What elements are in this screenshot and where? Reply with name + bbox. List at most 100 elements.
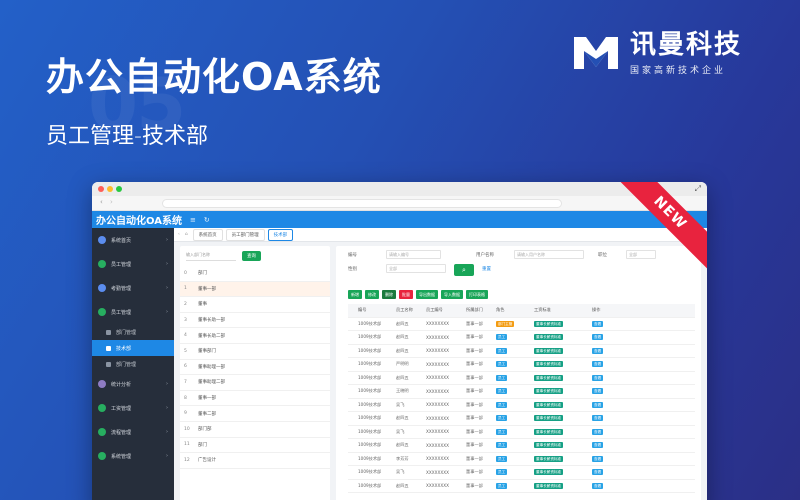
tab-dept[interactable]: 员工部门管理: [225, 228, 265, 241]
sidebar-item-10[interactable]: 系统管理 ›: [92, 444, 174, 468]
gear-icon: [98, 452, 106, 460]
table-row[interactable]: 1009技术部 赵四五 XXXXXXXX 董事一部 员工 董事长薪资标准 查看: [348, 412, 695, 426]
toolbar-button-2[interactable]: 删除: [382, 290, 396, 299]
filter-gender-select[interactable]: 全部: [386, 264, 446, 273]
filter-position-select[interactable]: 全部: [626, 250, 656, 259]
table-row[interactable]: 1009技术部 吴飞 XXXXXXXX 董事一部 员工 董事长薪资标准 查看: [348, 426, 695, 439]
sidebar-item-9[interactable]: 流程管理 ›: [92, 420, 174, 444]
sidebar-item-label: 员工管理: [111, 309, 132, 316]
sidebar-item-4[interactable]: 部门管理: [92, 324, 174, 340]
view-button[interactable]: 查看: [592, 320, 604, 327]
sidebar-item-label: 系统首页: [111, 237, 132, 244]
table-row[interactable]: 1009技术部 赵四五 XXXXXXXX 董事一部 员工 董事长薪资标准 查看: [348, 331, 695, 345]
tab-prev-icon[interactable]: ‹: [178, 232, 180, 237]
tree-row-num: 6: [184, 364, 187, 370]
table-cell-wrap[interactable]: 查看: [592, 469, 622, 476]
table-row[interactable]: 1009技术部 李芳芳 XXXXXXXX 董事一部 员工 董事长薪资标准 查看: [348, 453, 695, 466]
minimize-dot-icon[interactable]: [107, 186, 113, 192]
sidebar-item-1[interactable]: 员工管理 ›: [92, 252, 174, 276]
toolbar-button-3[interactable]: 批量: [399, 290, 413, 299]
dept-search-input[interactable]: 输入部门名称: [186, 252, 236, 261]
table-cell-wrap[interactable]: 查看: [592, 415, 622, 422]
table-row[interactable]: 1009技术部 吴飞 XXXXXXXX 董事一部 员工 董事长薪资标准 查看: [348, 466, 695, 480]
tree-row[interactable]: 2 董事: [180, 297, 330, 313]
view-button[interactable]: 查看: [592, 415, 604, 422]
table-cell-wrap[interactable]: 查看: [592, 374, 622, 381]
toolbar-button-6[interactable]: 打印表格: [466, 290, 488, 299]
tab-tech[interactable]: 技术部: [267, 228, 294, 241]
sidebar-item-2[interactable]: 考勤管理 ›: [92, 276, 174, 300]
close-dot-icon[interactable]: [98, 186, 104, 192]
view-button[interactable]: 查看: [592, 455, 604, 462]
view-button[interactable]: 查看: [592, 428, 604, 435]
sidebar-item-0[interactable]: 系统首页 ›: [92, 228, 174, 252]
tree-row[interactable]: 5 董事部门: [180, 344, 330, 360]
reset-link[interactable]: 重置: [482, 266, 491, 272]
view-button[interactable]: 查看: [592, 442, 604, 449]
table-cell-wrap[interactable]: 查看: [592, 428, 622, 435]
view-button[interactable]: 查看: [592, 482, 604, 489]
sidebar-item-8[interactable]: 工资管理 ›: [92, 396, 174, 420]
table-row[interactable]: 1009技术部 严明明 XXXXXXXX 董事一部 员工 董事长薪资标准 查看: [348, 358, 695, 372]
dept-search-button[interactable]: 查询: [242, 251, 261, 261]
tree-row[interactable]: 12 广告设计: [180, 453, 330, 469]
table-row[interactable]: 1009技术部 赵四五 XXXXXXXX 董事一部 员工 董事长薪资标准 查看: [348, 372, 695, 385]
toolbar-button-5[interactable]: 导入数据: [441, 290, 463, 299]
tree-row[interactable]: 6 董事助理一部: [180, 360, 330, 376]
view-button[interactable]: 查看: [592, 469, 604, 476]
tree-row[interactable]: 7 董事助理二部: [180, 375, 330, 391]
tree-row[interactable]: 0 部门: [180, 266, 330, 282]
table-cell-wrap: 1009技术部: [358, 375, 396, 381]
table-cell-wrap[interactable]: 查看: [592, 320, 622, 327]
table-row[interactable]: 1009技术部 赵四五 XXXXXXXX 董事一部 员工 董事长薪资标准 查看: [348, 480, 695, 493]
table-cell-wrap[interactable]: 查看: [592, 401, 622, 408]
maximize-dot-icon[interactable]: [116, 186, 122, 192]
sidebar-item-7[interactable]: 统计分析 ›: [92, 372, 174, 396]
table-cell-wrap: 董事一部: [466, 469, 496, 475]
tree-row[interactable]: 1 董事一部: [180, 281, 330, 298]
forward-arrow-icon[interactable]: ›: [110, 198, 113, 206]
filter-id-input[interactable]: 请输入编号: [386, 250, 441, 259]
team-icon: [98, 308, 106, 316]
view-button[interactable]: 查看: [592, 334, 604, 341]
sidebar-item-6[interactable]: 部门管理: [92, 356, 174, 372]
table-cell-wrap[interactable]: 查看: [592, 442, 622, 449]
view-button[interactable]: 查看: [592, 401, 604, 408]
filter-name-input[interactable]: 请输入用户名称: [514, 250, 584, 259]
view-button[interactable]: 查看: [592, 361, 604, 368]
view-button[interactable]: 查看: [592, 388, 604, 395]
tree-row[interactable]: 3 董事长助一部: [180, 313, 330, 329]
sidebar-item-3[interactable]: 员工管理 ›: [92, 300, 174, 324]
table-cell-wrap[interactable]: 查看: [592, 334, 622, 341]
search-button[interactable]: ⌕: [454, 264, 474, 276]
table-row[interactable]: 1009技术部 吴飞 XXXXXXXX 董事一部 员工 董事长薪资标准 查看: [348, 399, 695, 412]
tree-row[interactable]: 10 部门部: [180, 422, 330, 438]
back-arrow-icon[interactable]: ‹: [100, 198, 103, 206]
toolbar-button-4[interactable]: 导出数据: [416, 290, 438, 299]
menu-toggle-icon[interactable]: ≡: [190, 216, 196, 224]
table-cell-wrap[interactable]: 查看: [592, 455, 622, 462]
tree-row[interactable]: 4 董事长助二部: [180, 328, 330, 344]
table-row[interactable]: 1009技术部 赵四五 XXXXXXXX 董事一部 员工 董事长薪资标准 查看: [348, 345, 695, 358]
tab-home[interactable]: 系统首页: [192, 228, 223, 241]
view-button[interactable]: 查看: [592, 347, 604, 354]
toolbar-button-1[interactable]: 修改: [365, 290, 379, 299]
address-input[interactable]: [162, 199, 562, 208]
view-button[interactable]: 查看: [592, 374, 604, 381]
refresh-icon[interactable]: ↻: [204, 216, 210, 224]
tree-row[interactable]: 9 董事二部: [180, 406, 330, 422]
table-row[interactable]: 1009技术部 赵四五 XXXXXXXX 董事一部 部门主管 董事长薪资标准 查看: [348, 318, 695, 331]
table-cell-wrap[interactable]: 查看: [592, 361, 622, 368]
toolbar-button-0[interactable]: 新增: [348, 290, 362, 299]
table-row[interactable]: 1009技术部 赵四五 XXXXXXXX 董事一部 员工 董事长薪资标准 查看: [348, 439, 695, 453]
expand-icon[interactable]: ⤢: [695, 184, 701, 194]
table-cell-wrap[interactable]: 查看: [592, 482, 622, 489]
chart-icon: [98, 380, 106, 388]
tab-home-icon[interactable]: ⌂: [185, 232, 188, 237]
table-cell-wrap[interactable]: 查看: [592, 388, 622, 395]
table-cell-wrap[interactable]: 查看: [592, 347, 622, 354]
tree-row[interactable]: 8 董事一部: [180, 391, 330, 407]
table-row[interactable]: 1009技术部 王晓明 XXXXXXXX 董事一部 员工 董事长薪资标准 查看: [348, 385, 695, 399]
tree-row[interactable]: 11 部门: [180, 438, 330, 454]
sidebar-item-5[interactable]: 技术部: [92, 340, 174, 356]
